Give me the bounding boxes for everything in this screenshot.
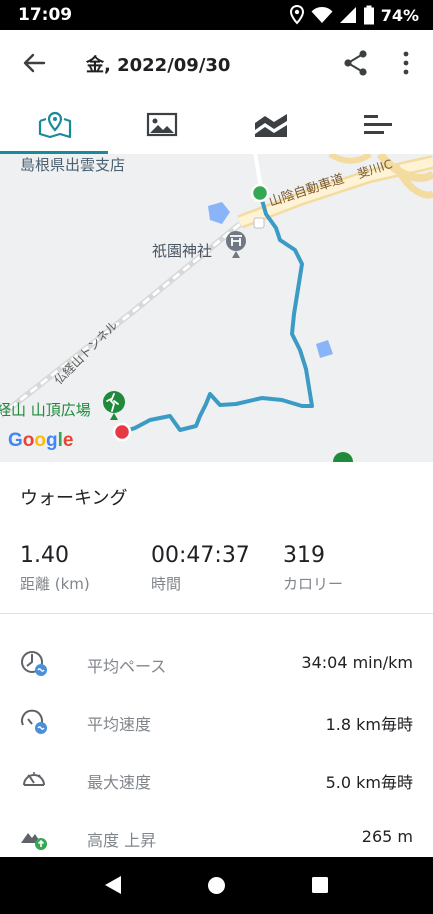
app-bar: 金, 2022/09/30 — [0, 30, 433, 96]
share-icon — [344, 50, 367, 76]
wifi-icon — [311, 7, 333, 23]
pace-icon — [21, 651, 47, 676]
stat-value: 00:47:37 — [151, 543, 250, 568]
stat-calories: 319 カロリー — [283, 543, 343, 594]
stat-label: 時間 — [151, 575, 182, 593]
map-label-shrine: 祇園神社 — [152, 242, 213, 260]
more-options-button[interactable] — [396, 49, 416, 77]
speedometer-avg-icon — [21, 709, 47, 734]
metric-value: 34:04 min/km — [301, 653, 413, 672]
metric-value: 265 m — [361, 827, 413, 846]
tab-laps[interactable] — [324, 96, 432, 154]
status-icons: 74% — [289, 4, 419, 26]
nav-home-icon[interactable] — [207, 876, 226, 895]
laps-icon — [364, 115, 392, 134]
photo-icon — [146, 112, 178, 137]
activity-type: ウォーキング — [20, 488, 128, 509]
google-logo: Google — [8, 430, 74, 451]
location-icon — [289, 5, 304, 25]
stat-label: カロリー — [283, 575, 344, 593]
tab-map[interactable] — [0, 96, 108, 154]
route-path — [120, 191, 314, 434]
share-button[interactable] — [342, 49, 370, 77]
page-title: 金, 2022/09/30 — [86, 55, 231, 76]
divider — [0, 613, 433, 614]
tab-bar — [0, 96, 433, 154]
metric-row-avg-speed: 平均速度 1.8 km毎時 — [0, 701, 433, 741]
speedometer-max-icon — [23, 772, 45, 786]
arrow-back-icon — [23, 53, 46, 73]
metric-row-elevation-gain: 高度 上昇 265 m — [0, 817, 433, 857]
map-label-branch: 島根県出雲支店 — [20, 156, 126, 174]
nav-recents-icon[interactable] — [311, 876, 329, 894]
stat-distance: 1.40 距離 (km) — [20, 543, 90, 594]
route-map[interactable]: 島根県出雲支店 祇園神社 山陰自動車道 斐川IC 仏経山トンネル 経山 山頂広場… — [0, 154, 433, 462]
nav-back-icon[interactable] — [103, 875, 123, 895]
battery-percent: 74% — [380, 5, 419, 25]
stat-value: 319 — [283, 543, 325, 568]
system-nav-bar — [0, 857, 433, 914]
back-button[interactable] — [18, 50, 50, 76]
metric-value: 1.8 km毎時 — [325, 715, 413, 734]
map-icon — [38, 111, 72, 139]
end-marker — [112, 422, 132, 442]
metric-label: 最大速度 — [87, 773, 152, 792]
status-time: 17:09 — [18, 5, 73, 25]
metric-row-avg-pace: 平均ペース 34:04 min/km — [0, 643, 433, 683]
metric-label: 高度 上昇 — [87, 831, 157, 850]
stat-label: 距離 (km) — [20, 575, 90, 593]
metric-value: 5.0 km毎時 — [325, 773, 413, 792]
metric-label: 平均速度 — [87, 715, 152, 734]
more-vert-icon — [403, 51, 409, 75]
metric-row-max-speed: 最大速度 5.0 km毎時 — [0, 759, 433, 799]
battery-icon — [363, 5, 374, 25]
status-bar: 17:09 74% — [0, 0, 433, 30]
chart-icon — [255, 114, 287, 137]
stat-duration: 00:47:37 時間 — [151, 543, 250, 594]
elevation-gain-icon — [21, 833, 47, 850]
metric-label: 平均ペース — [87, 657, 167, 676]
signal-icon — [339, 7, 356, 23]
stat-value: 1.40 — [20, 543, 69, 568]
tab-chart[interactable] — [216, 96, 324, 154]
tab-photos[interactable] — [108, 96, 216, 154]
map-label-plaza: 経山 山頂広場 — [0, 401, 91, 419]
